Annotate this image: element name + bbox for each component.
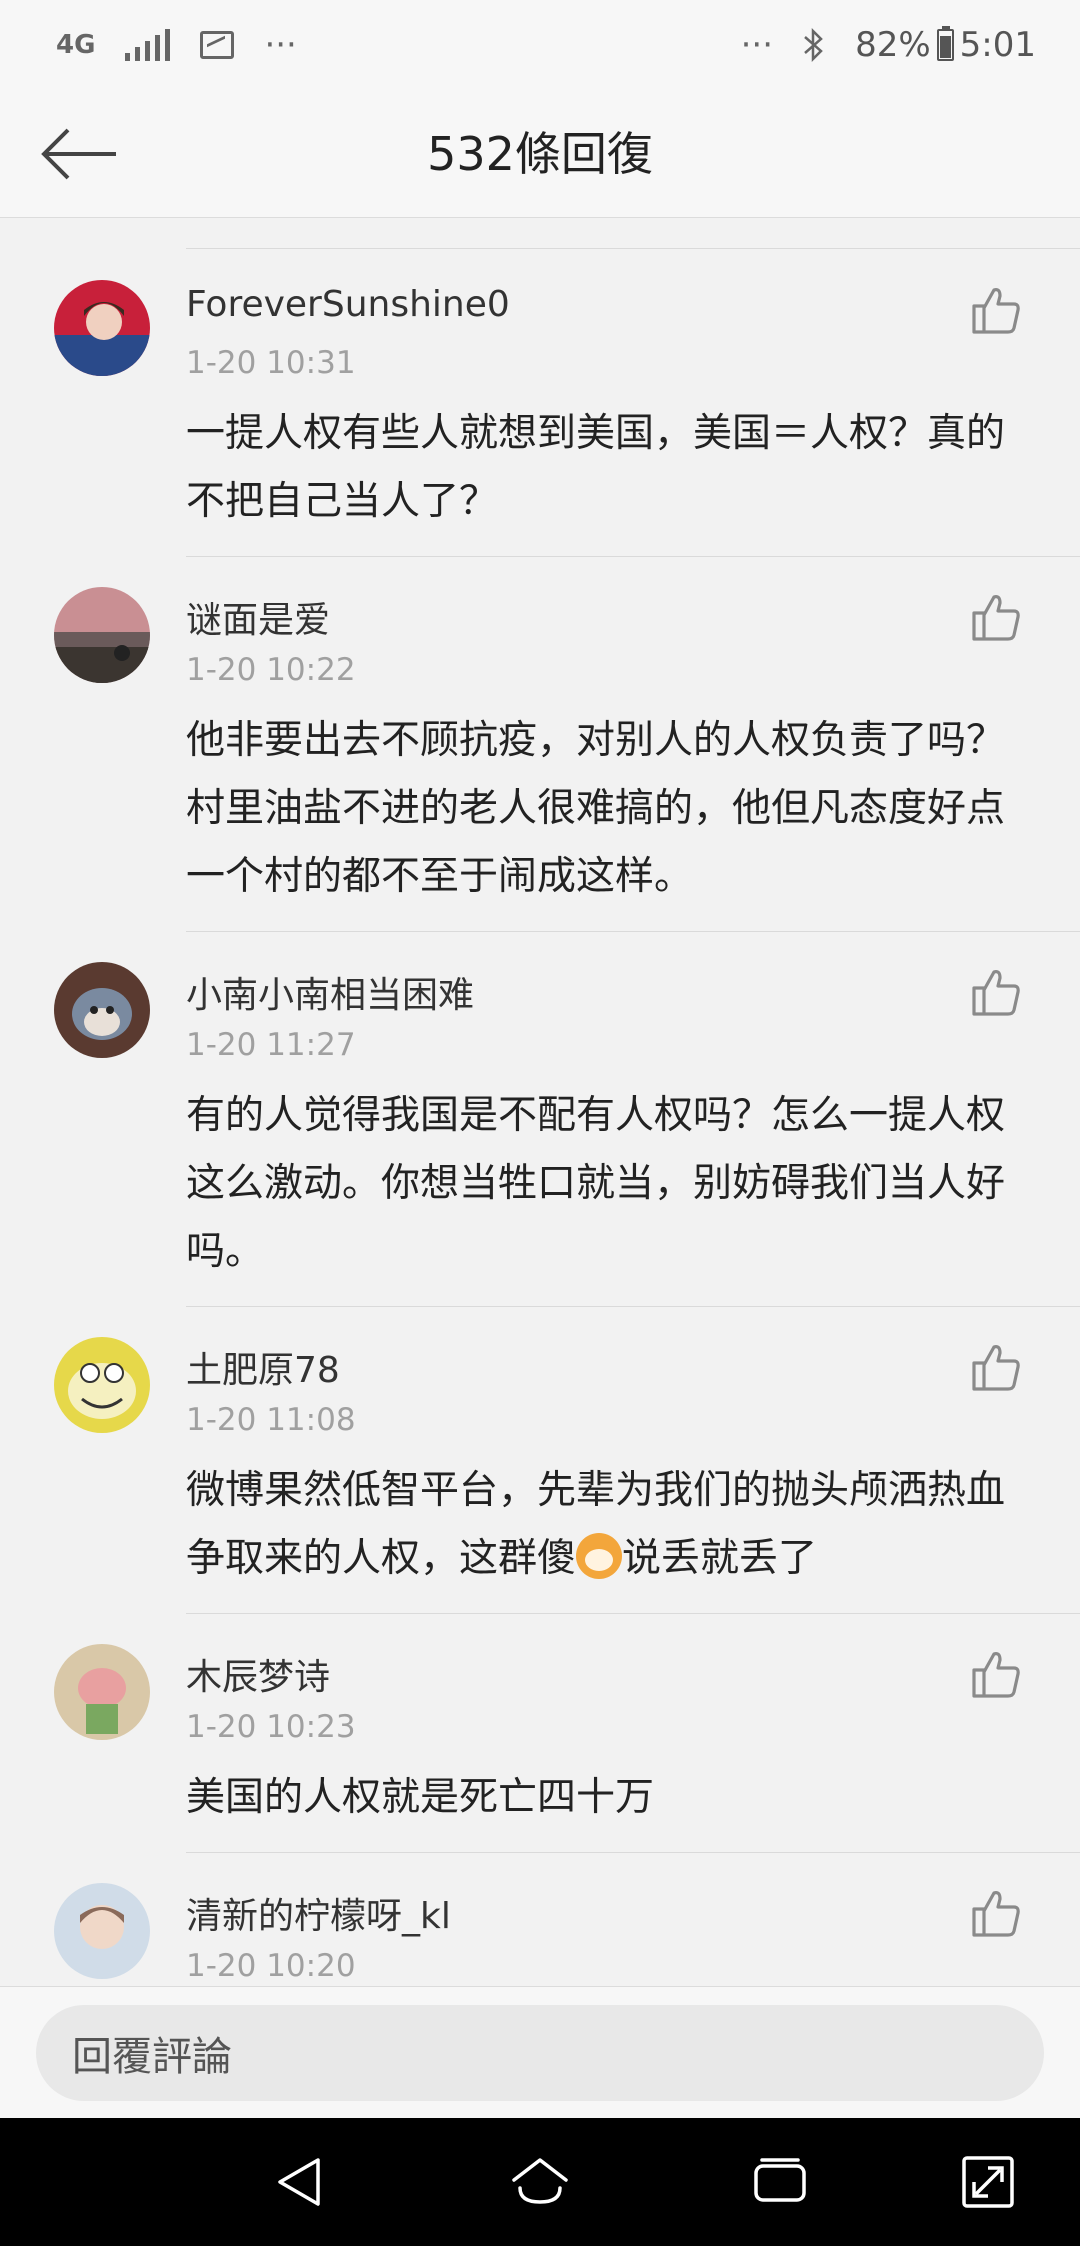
like-button[interactable] [968,589,1024,645]
divider [186,1306,1080,1307]
username[interactable]: ForeverSunshine0 [186,284,510,325]
like-button[interactable] [968,1339,1024,1395]
comment-list[interactable]: ForeverSunshine0 1-20 10:31 一提人权有些人就想到美国… [0,218,1080,1986]
divider [186,556,1080,557]
timestamp: 1-20 10:22 [186,652,356,688]
status-overflow: ··· [264,25,297,65]
screen-rotate-icon [962,2156,1014,2208]
home-icon [512,2158,568,2204]
like-button[interactable] [968,282,1024,338]
status-overflow-right: ··· [740,25,774,65]
clock: 5:01 [959,25,1036,65]
recent-apps-icon [754,2158,806,2202]
divider [186,1852,1080,1853]
divider [186,1613,1080,1614]
avatar[interactable] [54,962,150,1058]
system-nav-bar [0,2118,1080,2246]
doge-emoji-icon [576,1533,623,1579]
comment-text-part: 说丢就丢了 [622,1536,818,1581]
app-header: 532條回復 [0,90,1080,218]
nav-recents-button[interactable] [748,2150,812,2214]
divider [186,931,1080,932]
timestamp: 1-20 10:23 [186,1709,356,1745]
timestamp: 1-20 10:31 [186,345,356,381]
divider [186,248,1080,249]
nav-home-button[interactable] [508,2150,572,2214]
thumbs-up-icon [972,1345,1020,1391]
username[interactable]: 清新的柠檬呀_kl [186,1887,451,1939]
status-right: ··· 82% 5:01 [741,25,1036,65]
thumbs-up-icon [972,1891,1020,1937]
status-bar: 4G ··· ··· 82% 5:01 [0,0,1080,90]
status-left: 4G ··· [56,25,297,65]
thumbs-up-icon [972,595,1020,641]
back-triangle-icon [278,2158,320,2206]
reply-bar: 回覆評論 [0,1986,1080,2118]
avatar[interactable] [54,1337,150,1433]
reply-input[interactable]: 回覆評論 [36,2005,1044,2101]
timestamp: 1-20 11:27 [186,1027,356,1063]
like-button[interactable] [968,1646,1024,1702]
nav-back-button[interactable] [268,2150,332,2214]
comment-text: 微博果然低智平台，先辈为我们的抛头颅洒热血争取来的人权，这群傻 说丢就丢了 [186,1457,1036,1593]
comment-text: 有的人觉得我国是不配有人权吗？怎么一提人权这么激动。你想当牲口就当，别妨碍我们当… [186,1093,1006,1274]
avatar[interactable] [54,1644,150,1740]
username[interactable]: 谜面是爱 [186,591,330,643]
battery-percent: 82% [855,25,931,65]
avatar[interactable] [54,587,150,683]
bluetooth-icon [804,27,823,63]
avatar[interactable] [54,280,150,376]
username[interactable]: 土肥原78 [186,1341,340,1393]
thumbs-up-icon [972,970,1020,1016]
network-type: 4G [56,30,96,60]
comment-text: 他非要出去不顾抗疫，对别人的人权负责了吗？村里油盐不进的老人很难搞的，他但凡态度… [186,718,1006,899]
timestamp: 1-20 10:20 [186,1948,356,1984]
page-title: 532條回復 [427,127,653,181]
battery-icon [936,26,954,61]
like-button[interactable] [968,964,1024,1020]
comment-text: 一提人权有些人就想到美国，美国＝人权？真的不把自己当人了？ [186,411,1006,524]
timestamp: 1-20 11:08 [186,1402,356,1438]
like-button[interactable] [968,1885,1024,1941]
image-icon [200,31,235,59]
thumbs-up-icon [972,1652,1020,1698]
thumbs-up-icon [972,288,1020,334]
nav-rotate-button[interactable] [956,2150,1020,2214]
username[interactable]: 小南小南相当困难 [186,966,474,1018]
signal-icon [125,29,171,61]
comment-text: 美国的人权就是死亡四十万 [186,1775,655,1820]
username[interactable]: 木辰梦诗 [186,1648,330,1700]
avatar[interactable] [54,1883,150,1979]
